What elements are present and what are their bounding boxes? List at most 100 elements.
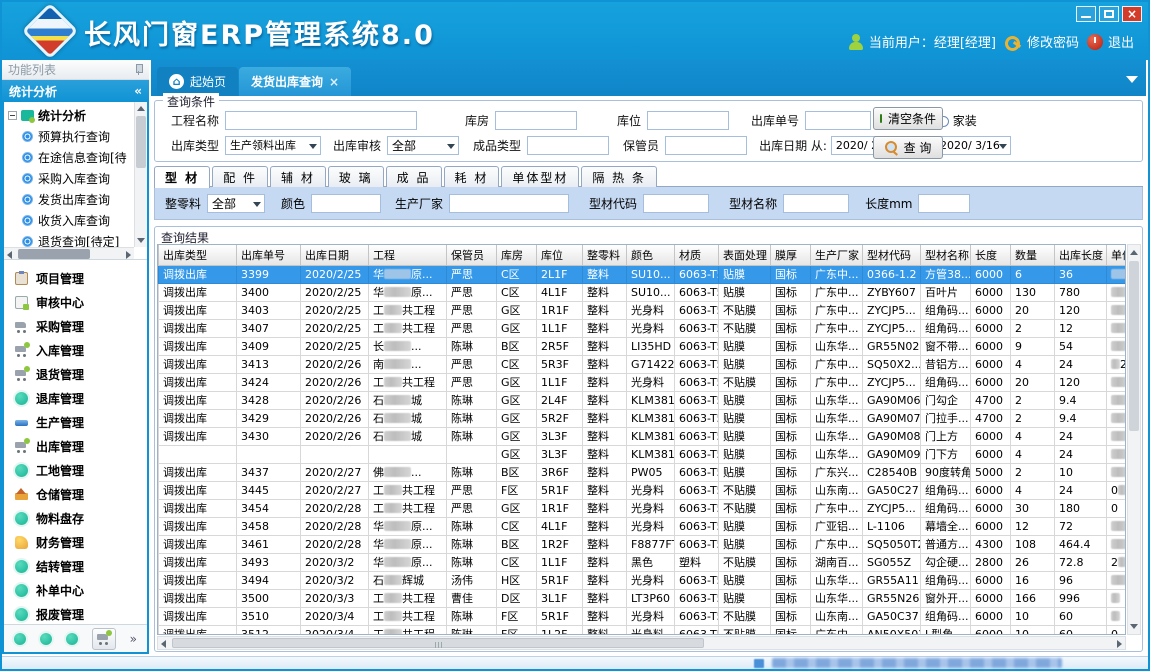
quick-module-icon[interactable]	[66, 633, 78, 645]
column-header-长度[interactable]: 长度	[971, 245, 1011, 265]
sidebar-item-财务管理[interactable]: 财务管理	[4, 530, 147, 554]
tree-item-5[interactable]: 收货入库查询	[6, 210, 133, 231]
column-header-库房[interactable]: 库房	[497, 245, 537, 265]
date-to-picker[interactable]: 2020/ 3/16	[935, 136, 1011, 155]
column-header-材质[interactable]: 材质	[675, 245, 719, 265]
material-tab-辅材[interactable]: 辅 材	[270, 166, 326, 187]
column-header-颜色[interactable]: 颜色	[627, 245, 675, 265]
scroll-left-icon[interactable]	[161, 640, 166, 648]
table-row[interactable]: 调拨出库34542020/2/28工共工程严思G区1R1F整料光身料6063-T…	[159, 499, 1127, 517]
sidebar-item-工地管理[interactable]: 工地管理	[4, 458, 147, 482]
profile-name-input[interactable]	[783, 194, 849, 213]
column-header-出库单号[interactable]: 出库单号	[237, 245, 301, 265]
table-row[interactable]: 调拨出库34582020/2/28华原...陈琳C区4L1F整料光身料6063-…	[159, 517, 1127, 535]
sidebar-item-入库管理[interactable]: 入库管理	[4, 338, 147, 362]
results-vscroll-thumb[interactable]	[1129, 261, 1139, 431]
search-button[interactable]: 查 询	[873, 136, 943, 159]
project-name-input[interactable]	[225, 111, 417, 130]
tree-item-3[interactable]: 采购入库查询	[6, 168, 133, 189]
sidebar-item-退货管理[interactable]: 退货管理	[4, 362, 147, 386]
table-row[interactable]: 调拨出库35002020/3/3工共工程曹佳D区3L1F整料LT3P606063…	[159, 589, 1127, 607]
close-button[interactable]: ×	[1122, 6, 1142, 22]
column-header-库位[interactable]: 库位	[537, 245, 583, 265]
results-hscroll-thumb[interactable]	[172, 638, 704, 648]
sidebar-item-项目管理[interactable]: 项目管理	[4, 266, 147, 290]
order-no-input[interactable]	[805, 111, 871, 130]
material-tab-耗材[interactable]: 耗 材	[444, 166, 500, 187]
keeper-input[interactable]	[665, 136, 747, 155]
minimize-button[interactable]	[1076, 6, 1096, 22]
tree-vscroll-thumb[interactable]	[136, 116, 146, 168]
table-row[interactable]: 调拨出库34942020/3/2石辉城汤伟H区5R1F整料光身料6063-T5贴…	[159, 571, 1127, 589]
scroll-right-icon[interactable]	[1117, 640, 1122, 648]
color-input[interactable]	[311, 194, 381, 213]
sidebar-item-采购管理[interactable]: 采购管理	[4, 314, 147, 338]
column-header-生产厂家[interactable]: 生产厂家	[811, 245, 863, 265]
table-row[interactable]: 调拨出库35102020/3/4工共工程陈琳F区5R1F整料光身料6063-T5…	[159, 607, 1127, 625]
results-vertical-scrollbar[interactable]	[1127, 244, 1141, 635]
table-row[interactable]: 调拨出库34092020/2/25长...陈琳B区2R5F整料LI35HD606…	[159, 337, 1127, 355]
sidebar-item-生产管理[interactable]: 生产管理	[4, 410, 147, 434]
column-header-保管员[interactable]: 保管员	[447, 245, 497, 265]
cart-tool-button[interactable]	[92, 628, 116, 650]
tab-home[interactable]: ⌂ 起始页	[157, 67, 238, 96]
column-header-工程[interactable]: 工程	[369, 245, 447, 265]
tab-list-dropdown-icon[interactable]	[1126, 76, 1138, 83]
table-row[interactable]: 调拨出库34282020/2/26石城陈琳G区2L4F整料KLM38176063…	[159, 391, 1127, 409]
sidebar-item-结转管理[interactable]: 结转管理	[4, 554, 147, 578]
tree-expander-icon[interactable]	[8, 111, 17, 120]
column-header-出库类型[interactable]: 出库类型	[159, 245, 237, 265]
tree-item-1[interactable]: 预算执行查询	[6, 126, 133, 147]
table-row[interactable]: 调拨出库34372020/2/27佛...陈琳B区3R6F整料PW056063-…	[159, 463, 1127, 481]
table-row[interactable]: 调拨出库34292020/2/26石城陈琳G区5R2F整料KLM38176063…	[159, 409, 1127, 427]
radio-home[interactable]: 家装	[938, 112, 977, 129]
quick-module-icon[interactable]	[40, 633, 52, 645]
table-row[interactable]: 调拨出库34002020/2/25华原...严思C区4L1F整料SU10...6…	[159, 283, 1127, 301]
table-row[interactable]: 调拨出库34132020/2/26南...严思C区5R3F整料G71422606…	[159, 355, 1127, 373]
logout-button[interactable]: 退出	[1087, 32, 1134, 51]
material-tab-型材[interactable]: 型 材	[154, 166, 210, 188]
column-header-表面处理[interactable]: 表面处理	[719, 245, 771, 265]
scroll-down-icon[interactable]	[137, 238, 145, 243]
table-row[interactable]: 调拨出库34242020/2/26工共工程严思G区1L1F整料光身料6063-T…	[159, 373, 1127, 391]
column-header-整零料[interactable]: 整零料	[583, 245, 627, 265]
material-tab-单体型材[interactable]: 单体型材	[501, 166, 579, 187]
scroll-left-icon[interactable]	[7, 251, 12, 259]
change-password-button[interactable]: 修改密码	[1004, 32, 1079, 51]
table-row[interactable]: 调拨出库34032020/2/25工共工程严思G区1R1F整料光身料6063-T…	[159, 301, 1127, 319]
maximize-button[interactable]	[1099, 6, 1119, 22]
sidebar-item-物料盘存[interactable]: 物料盘存	[4, 506, 147, 530]
table-row[interactable]: 调拨出库34072020/2/25工共工程严思G区1L1F整料光身料6063-T…	[159, 319, 1127, 337]
tree-hscroll-thumb[interactable]	[18, 249, 90, 259]
scroll-up-icon[interactable]	[1130, 250, 1138, 255]
location-input[interactable]	[647, 111, 729, 130]
material-tab-成品[interactable]: 成 品	[386, 166, 442, 187]
clear-conditions-button[interactable]: 清空条件	[873, 107, 943, 130]
table-row[interactable]: 调拨出库34932020/3/2华原...陈琳C区1L1F整料黑色塑料不贴膜国标…	[159, 553, 1127, 571]
material-tab-配件[interactable]: 配 件	[212, 166, 268, 187]
tree-vertical-scrollbar[interactable]	[134, 102, 147, 247]
tree-horizontal-scrollbar[interactable]	[4, 247, 134, 260]
table-row[interactable]: 调拨出库35122020/3/4工共工程陈琳F区1L2F整料光身料6063-T5…	[159, 625, 1127, 635]
quick-module-icon[interactable]	[14, 633, 26, 645]
scroll-right-icon[interactable]	[126, 251, 131, 259]
warehouse-input[interactable]	[495, 111, 577, 130]
sidebar-item-出库管理[interactable]: 出库管理	[4, 434, 147, 458]
stats-section-header[interactable]: 统计分析 «	[2, 80, 149, 102]
manufacturer-input[interactable]	[449, 194, 569, 213]
table-row[interactable]: 调拨出库34452020/2/27工共工程严思F区5R1F整料光身料6063-T…	[159, 481, 1127, 499]
column-header-型材代码[interactable]: 型材代码	[863, 245, 921, 265]
material-tab-隔热条[interactable]: 隔 热 条	[581, 166, 657, 187]
pin-icon[interactable]	[134, 64, 143, 75]
column-header-型材名称[interactable]: 型材名称	[921, 245, 971, 265]
tree-item-2[interactable]: 在途信息查询[待	[6, 147, 133, 168]
column-header-数量[interactable]: 数量	[1011, 245, 1055, 265]
collapse-icon[interactable]: «	[134, 84, 142, 98]
tree-item-4[interactable]: 发货出库查询	[6, 189, 133, 210]
out-type-select[interactable]: 生产领料出库	[225, 136, 321, 155]
profile-code-input[interactable]	[643, 194, 709, 213]
tab-close-icon[interactable]: ×	[329, 75, 339, 89]
column-header-出库日期[interactable]: 出库日期	[301, 245, 369, 265]
sidebar-item-报废管理[interactable]: 报废管理	[4, 602, 147, 624]
tree-root-stats[interactable]: 统计分析	[6, 104, 133, 126]
